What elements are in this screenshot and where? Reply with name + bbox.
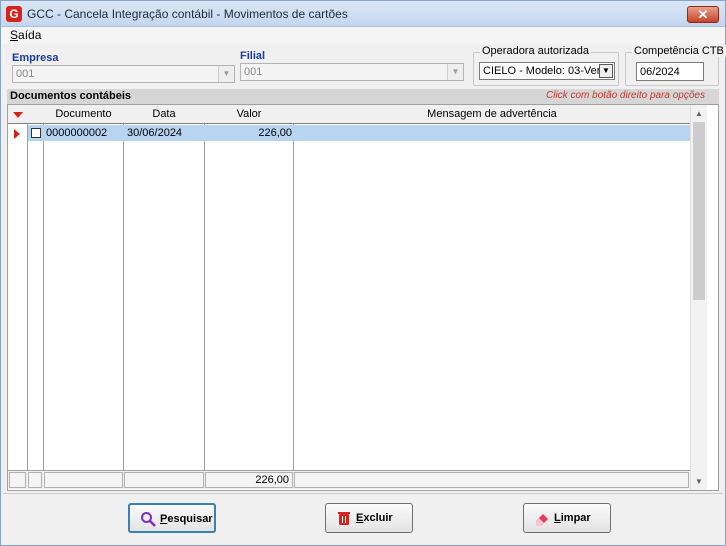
vertical-scrollbar[interactable]: ▲ ▼ xyxy=(690,105,707,490)
column-divider xyxy=(43,105,44,470)
valor-total: 226,00 xyxy=(255,474,289,486)
menu-bar: Saída xyxy=(1,27,725,44)
column-divider xyxy=(204,105,205,470)
limpar-text: impar xyxy=(560,512,591,524)
trash-icon xyxy=(338,512,350,525)
column-divider xyxy=(27,105,28,470)
column-header-documento[interactable]: Documento xyxy=(44,108,123,120)
empresa-value: 001 xyxy=(16,68,35,80)
scroll-up-icon[interactable]: ▲ xyxy=(691,105,707,122)
scroll-down-icon[interactable]: ▼ xyxy=(691,473,707,490)
excluir-button[interactable]: Excluir xyxy=(325,503,413,533)
button-bar: Pesquisar Excluir Limpar xyxy=(3,493,723,543)
table-row[interactable]: 0000000002 30/06/2024 226,00 xyxy=(28,125,690,141)
documents-section-title: Documentos contábeis xyxy=(10,90,132,102)
cell-data: 30/06/2024 xyxy=(127,127,183,139)
competencia-group: Competência CTB 06/2024 xyxy=(625,45,726,86)
limpar-button[interactable]: Limpar xyxy=(523,503,611,533)
close-button[interactable]: ✕ xyxy=(687,6,719,23)
limpar-mnemonic: L xyxy=(554,512,561,524)
footer-cell xyxy=(124,472,204,488)
documents-section-bar: Documentos contábeis Click com botão dir… xyxy=(7,89,719,104)
footer-valor-total: 226,00 xyxy=(205,472,293,488)
eraser-icon xyxy=(536,514,548,526)
menu-item-saida[interactable]: Saída xyxy=(10,28,41,42)
column-header-mensagem[interactable]: Mensagem de advertência xyxy=(294,108,690,120)
empresa-combo[interactable]: 001 ▼ xyxy=(12,65,235,83)
filial-combo[interactable]: 001 ▼ xyxy=(240,63,464,81)
footer-cell xyxy=(44,472,123,488)
row-select-checkbox[interactable] xyxy=(31,128,41,138)
limpar-label: Limpar xyxy=(554,512,591,524)
competencia-label: Competência CTB xyxy=(632,45,726,57)
competencia-value: 06/2024 xyxy=(640,66,680,78)
title-bar: G GCC - Cancela Integração contábil - Mo… xyxy=(1,1,725,27)
main-window: G GCC - Cancela Integração contábil - Mo… xyxy=(0,0,726,546)
column-header-valor[interactable]: Valor xyxy=(205,108,293,120)
excluir-text: xcluir xyxy=(363,512,393,524)
operadora-label: Operadora autorizada xyxy=(480,45,592,57)
sort-indicator-icon[interactable] xyxy=(13,112,23,118)
column-divider xyxy=(293,105,294,470)
column-divider xyxy=(123,105,124,470)
footer-cell xyxy=(28,472,42,488)
footer-cell xyxy=(9,472,26,488)
footer-cell xyxy=(294,472,689,488)
operadora-group: Operadora autorizada CIELO - Modelo: 03-… xyxy=(473,45,619,86)
cell-documento: 0000000002 xyxy=(46,127,108,139)
grid-header: Documento Data Valor Mensagem de advertê… xyxy=(8,105,690,124)
excluir-label: Excluir xyxy=(356,512,393,524)
filial-label: Filial xyxy=(240,50,266,62)
scroll-thumb[interactable] xyxy=(693,122,705,300)
menu-item-saida-mnemonic: S xyxy=(10,28,19,42)
chevron-down-icon[interactable]: ▼ xyxy=(447,64,463,80)
context-menu-hint: Click com botão direito para opções xyxy=(546,90,705,101)
competencia-input[interactable]: 06/2024 xyxy=(636,62,704,81)
pesquisar-label: Pesquisar xyxy=(160,513,213,525)
operadora-value: CIELO - Modelo: 03-Venda c xyxy=(483,65,599,77)
app-logo-icon: G xyxy=(6,6,22,22)
chevron-down-icon[interactable]: ▼ xyxy=(218,66,234,82)
cell-valor: 226,00 xyxy=(258,127,292,139)
pesquisar-button[interactable]: Pesquisar xyxy=(128,503,216,533)
search-icon xyxy=(141,512,156,527)
filial-value: 001 xyxy=(244,66,263,78)
pesquisar-text: esquisar xyxy=(167,513,213,525)
column-header-data[interactable]: Data xyxy=(124,108,204,120)
menu-item-saida-label: aída xyxy=(18,28,42,42)
operadora-combo[interactable]: CIELO - Modelo: 03-Venda c ▼ xyxy=(479,62,615,80)
grid-footer: 226,00 xyxy=(8,470,690,489)
chevron-down-icon[interactable]: ▼ xyxy=(599,64,613,78)
documents-grid[interactable]: Documento Data Valor Mensagem de advertê… xyxy=(7,104,719,491)
empresa-label: Empresa xyxy=(12,52,59,64)
current-row-indicator-icon xyxy=(14,129,20,139)
window-title: GCC - Cancela Integração contábil - Movi… xyxy=(27,7,348,21)
